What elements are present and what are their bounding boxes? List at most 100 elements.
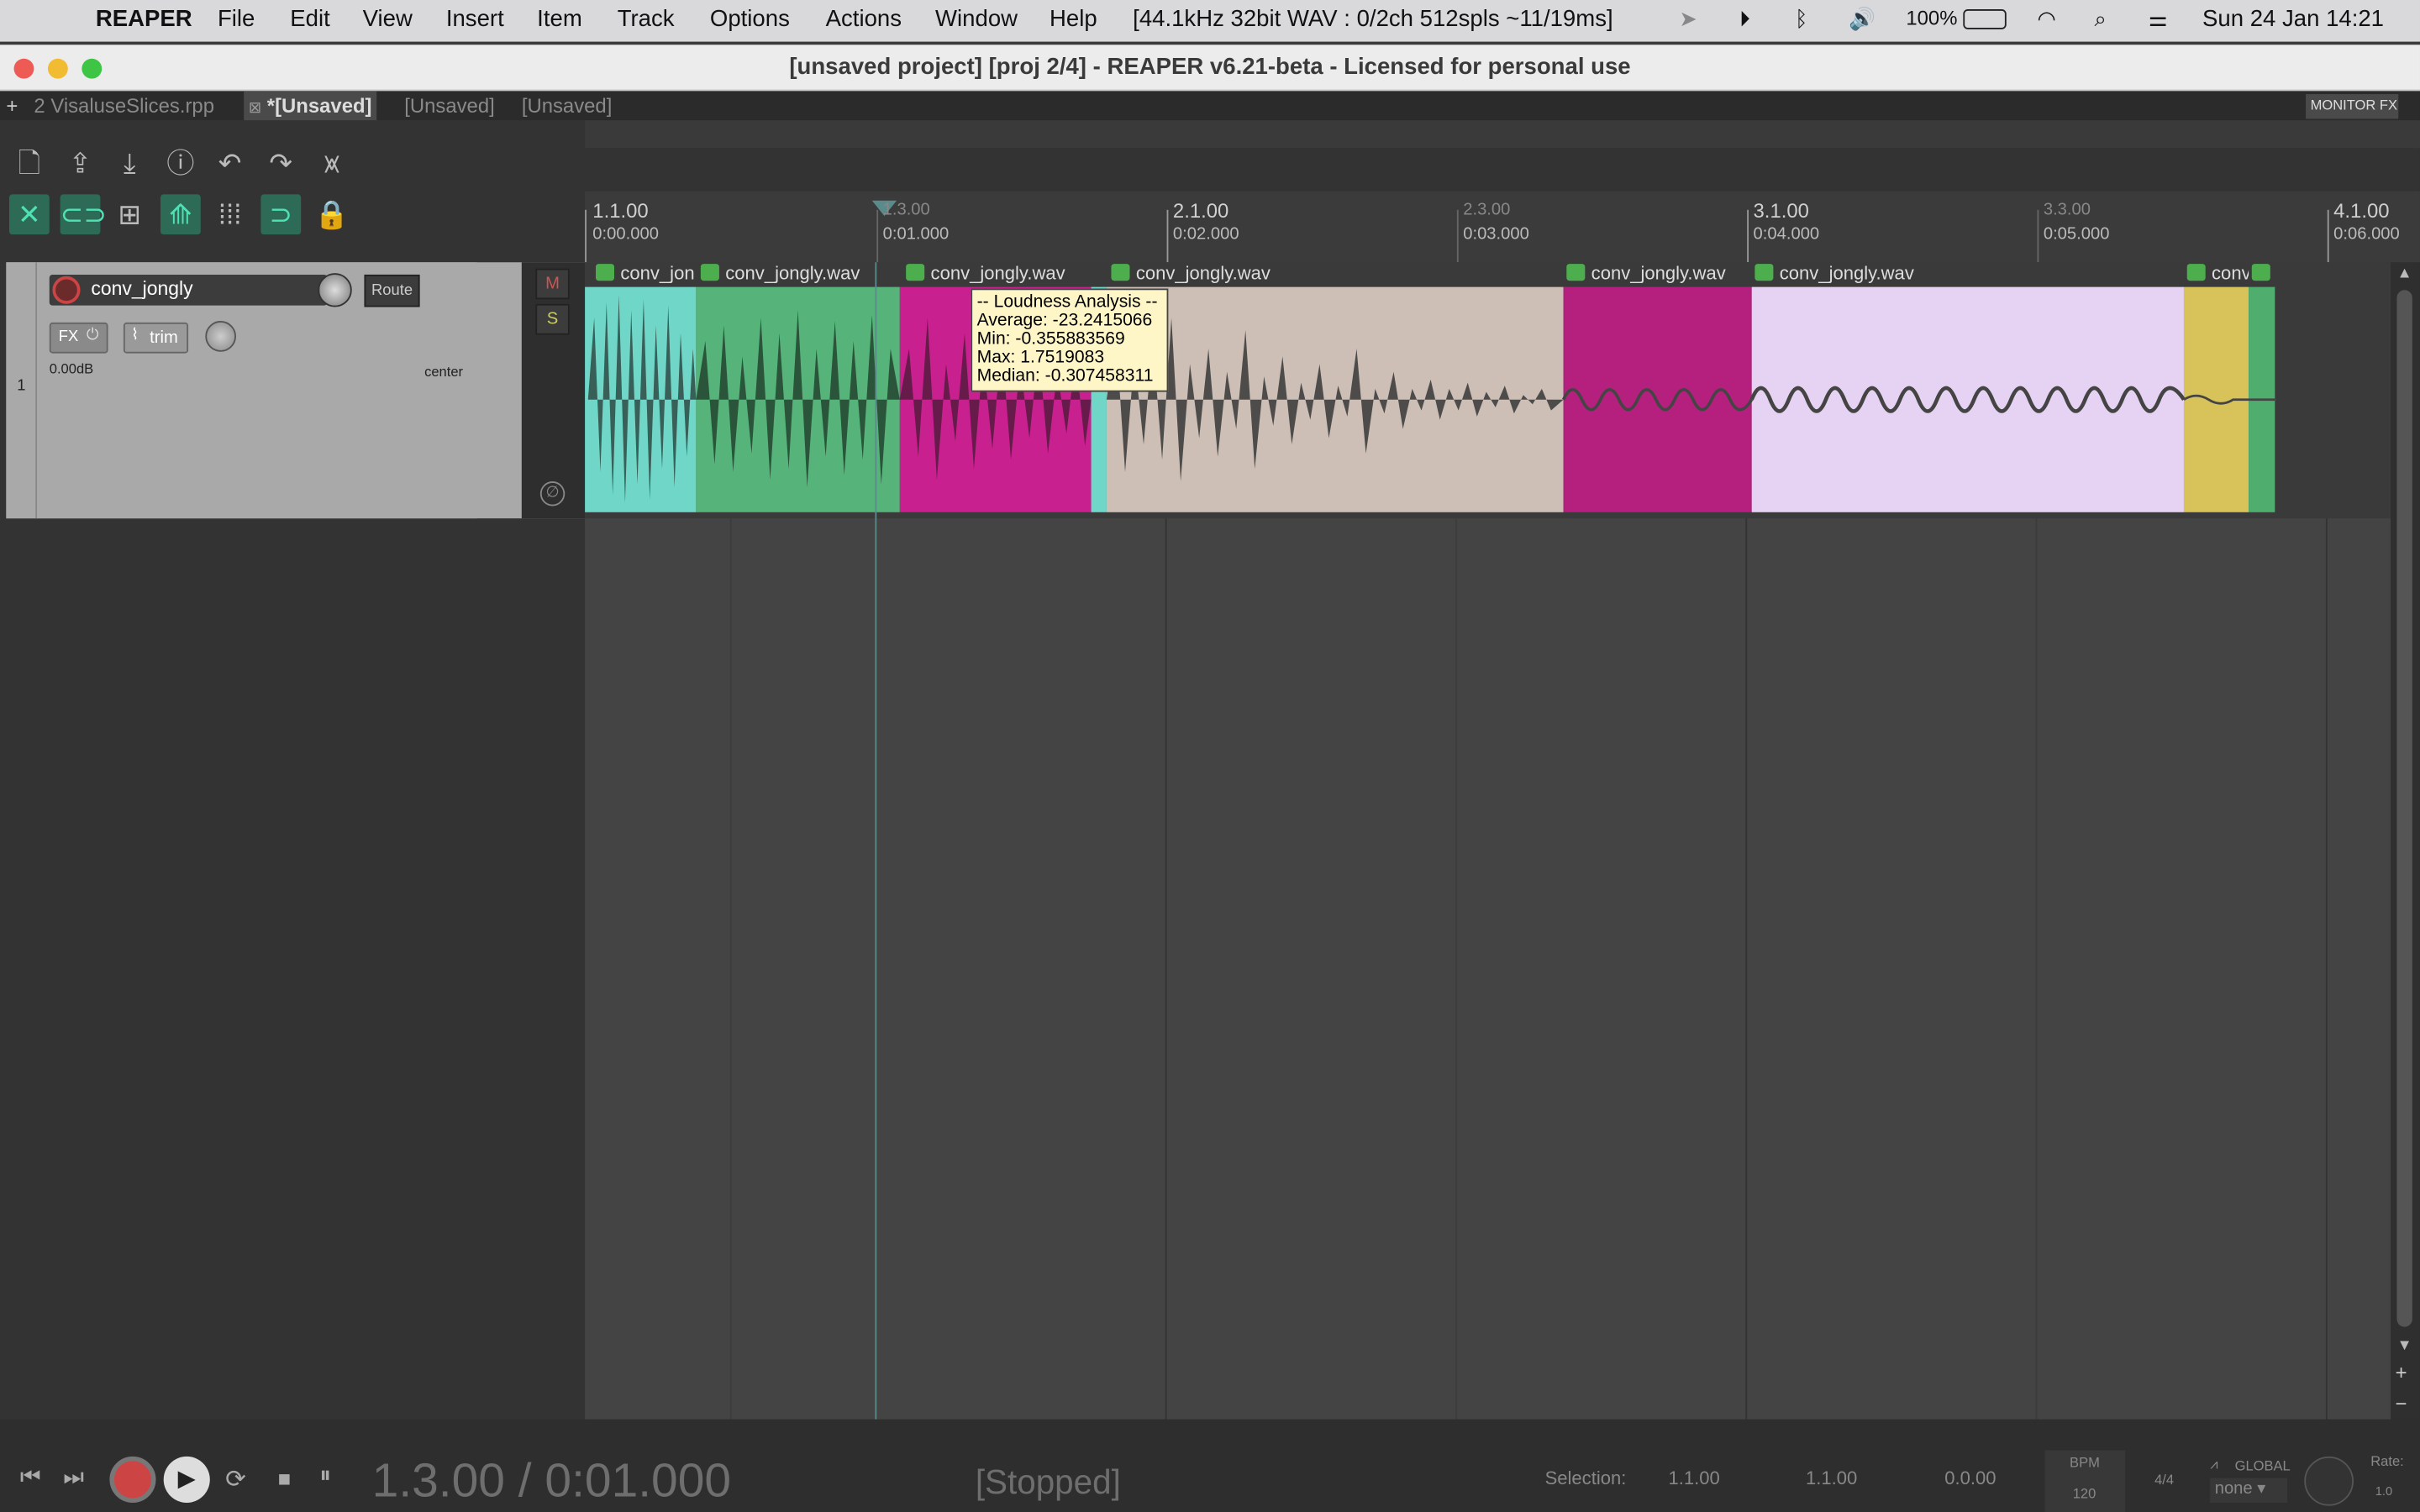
metronome-icon[interactable]: ⩙: [312, 144, 352, 184]
zoom-out-vertical-icon[interactable]: −: [2396, 1392, 2407, 1415]
fx-bypass-icon[interactable]: ⏻: [87, 327, 99, 344]
auto-crossfade-icon[interactable]: ✕: [9, 194, 50, 235]
open-project-icon[interactable]: ⇪: [60, 144, 101, 184]
playrate-knob[interactable]: [2304, 1456, 2354, 1506]
ruler-time-label: 0:01.000: [882, 225, 950, 244]
envelope-lock-icon[interactable]: ⊂⊃: [60, 194, 107, 235]
selection-end[interactable]: 1.1.00: [1806, 1467, 1857, 1489]
stop-button[interactable]: ■: [278, 1466, 292, 1490]
tab-unsaved-4[interactable]: [Unsaved]: [522, 94, 613, 118]
snap-icon[interactable]: ⊃: [260, 194, 302, 235]
pan-knob[interactable]: [205, 321, 237, 352]
item-label[interactable]: conv_jongly.wav: [906, 262, 1065, 286]
audio-status[interactable]: [44.1kHz 32bit WAV : 0/2ch 512spls ~11/1…: [1133, 6, 1612, 32]
vertical-scrollbar[interactable]: ▲ ▼ + −: [2391, 262, 2420, 1420]
wifi-icon[interactable]: ◠: [2037, 6, 2055, 32]
record-button[interactable]: [109, 1456, 156, 1503]
ripple-edit-icon[interactable]: ⟰: [160, 194, 201, 235]
item-label[interactable]: conv: [2186, 262, 2249, 286]
route-button[interactable]: Route: [364, 274, 420, 307]
item-label[interactable]: conv_jongly.wav: [700, 262, 860, 286]
take-icon[interactable]: [1754, 264, 1774, 281]
take-icon[interactable]: [1566, 264, 1586, 281]
take-icon[interactable]: [2186, 264, 2206, 281]
monitor-fx-button[interactable]: MONITOR FX: [2306, 94, 2399, 119]
grouping-icon[interactable]: ⊞: [109, 194, 150, 234]
selection-length[interactable]: 0.0.00: [1944, 1467, 1996, 1489]
solo-button[interactable]: S: [535, 303, 570, 335]
item-label[interactable]: conv_jongly.wav: [1111, 262, 1270, 286]
repeat-icon[interactable]: ⟳: [225, 1464, 246, 1495]
track-name-field[interactable]: conv_jongly: [49, 274, 328, 306]
zoom-in-vertical-icon[interactable]: +: [2396, 1361, 2407, 1384]
tab-active[interactable]: ⊠ *[Unsaved]: [244, 91, 377, 121]
battery-icon[interactable]: [1963, 9, 2007, 29]
search-icon[interactable]: ⌕: [2094, 6, 2106, 32]
scroll-down-icon[interactable]: ▼: [2396, 1337, 2412, 1354]
clock[interactable]: Sun 24 Jan 14:21: [2202, 6, 2384, 32]
menu-options[interactable]: Options: [710, 6, 790, 32]
time-signature[interactable]: 4/4: [2154, 1472, 2174, 1487]
menu-actions[interactable]: Actions: [826, 6, 902, 32]
track-number-strip[interactable]: 1: [6, 262, 38, 519]
take-icon[interactable]: [2251, 264, 2270, 281]
undo-icon[interactable]: ↶: [210, 144, 250, 184]
menu-help[interactable]: Help: [1050, 6, 1097, 32]
fx-button[interactable]: FX ⏻: [49, 322, 108, 354]
item-label[interactable]: conv_jon: [595, 262, 695, 286]
control-center-icon[interactable]: ⚌: [2149, 6, 2168, 32]
save-project-icon[interactable]: ⤓: [109, 144, 150, 184]
selection-start[interactable]: 1.1.00: [1669, 1467, 1720, 1489]
new-project-icon[interactable]: 🗋: [9, 144, 50, 184]
item-label[interactable]: conv_jongly.wav: [1566, 262, 1726, 286]
go-to-end-icon[interactable]: ⏭: [63, 1464, 84, 1490]
menu-item[interactable]: Item: [537, 6, 582, 32]
menu-window[interactable]: Window: [935, 6, 1018, 32]
timeline-ruler[interactable]: 1.1.00 0:00.000 1.3.00 0:01.000 2.1.00 0…: [585, 148, 2420, 263]
take-icon[interactable]: [700, 264, 719, 281]
bpm-box[interactable]: BPM 120: [2044, 1450, 2126, 1512]
bluetooth-icon[interactable]: ᛒ: [1795, 6, 1807, 30]
lock-icon[interactable]: 🔒: [312, 194, 352, 234]
record-arm-button[interactable]: [52, 276, 81, 304]
menu-app-name[interactable]: REAPER: [96, 6, 192, 32]
global-automation-label: GLOBAL: [2234, 1457, 2291, 1474]
global-automation-select[interactable]: none ▾: [2210, 1478, 2288, 1503]
pause-button[interactable]: ⏸: [319, 1462, 331, 1488]
automation-mode-button[interactable]: ⌇ trim: [123, 322, 189, 354]
track-panel[interactable]: 1 conv_jongly Route FX ⏻ ⌇ trim 0.00dB c…: [6, 262, 615, 519]
volume-icon[interactable]: 🔊: [1849, 6, 1876, 32]
item-label[interactable]: conv_jongly.wav: [1754, 262, 1914, 286]
take-icon[interactable]: [595, 264, 615, 281]
track-header-body[interactable]: conv_jongly Route FX ⏻ ⌇ trim 0.00dB cen…: [37, 262, 477, 519]
item-label[interactable]: [2251, 262, 2270, 286]
redo-icon[interactable]: ↷: [260, 144, 301, 184]
new-tab-button[interactable]: +: [6, 94, 18, 118]
project-settings-icon[interactable]: ⓘ: [160, 144, 201, 184]
menu-file[interactable]: File: [218, 6, 255, 32]
menu-insert[interactable]: Insert: [446, 6, 504, 32]
tab-unsaved-3[interactable]: [Unsaved]: [404, 94, 495, 118]
mute-button[interactable]: M: [535, 268, 570, 300]
menu-track[interactable]: Track: [618, 6, 675, 32]
location-icon[interactable]: ➤: [1679, 6, 1697, 32]
menu-view[interactable]: View: [363, 6, 413, 32]
edit-cursor[interactable]: [875, 262, 877, 1420]
phase-icon[interactable]: ∅: [539, 481, 566, 507]
ruler-region-lane[interactable]: [585, 148, 2420, 192]
play-button[interactable]: ▶: [163, 1456, 210, 1503]
tab-project-2[interactable]: 2 VisaluseSlices.rpp: [34, 94, 214, 118]
grid-icon[interactable]: ⁞⁞⁞: [210, 194, 250, 234]
take-icon[interactable]: [906, 264, 925, 281]
arrange-view[interactable]: conv_jon conv_jongly.wav conv_jongly.wav…: [585, 262, 2391, 1420]
track-name: conv_jongly: [91, 277, 193, 300]
vertical-scroll-thumb[interactable]: [2396, 290, 2412, 1327]
take-icon[interactable]: [1111, 264, 1130, 281]
go-to-start-icon[interactable]: ⏮: [20, 1464, 41, 1490]
play-circle-icon[interactable]: ⏵: [1739, 6, 1750, 32]
position-readout[interactable]: 1.3.00 / 0:01.000: [372, 1453, 731, 1509]
volume-knob[interactable]: [318, 273, 352, 307]
menu-edit[interactable]: Edit: [290, 6, 329, 32]
scroll-up-icon[interactable]: ▲: [2396, 265, 2412, 282]
ruler-time-label: 0:00.000: [592, 225, 659, 244]
